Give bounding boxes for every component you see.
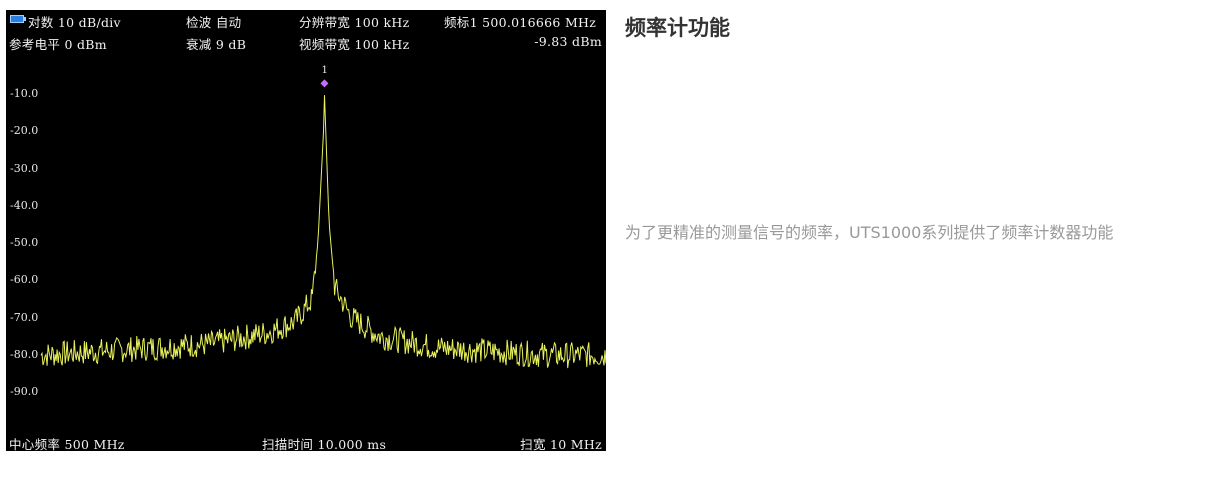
span-readout: 扫宽 10 MHz — [520, 437, 602, 451]
marker-diamond-icon — [320, 79, 329, 88]
sweep-time-readout: 扫描时间 10.000 ms — [262, 437, 387, 451]
spectrum-trace-plot — [40, 79, 606, 369]
marker-number-label: 1 — [321, 65, 328, 77]
page-title: 频率计功能 — [625, 16, 730, 40]
feature-description: 为了更精准的测量信号的频率，UTS1000系列提供了频率计数器功能 — [625, 223, 1114, 242]
spectrum-analyzer-screenshot: 对数 10 dB/div 检波 自动 分辨带宽 100 kHz 频标1 500.… — [6, 10, 606, 451]
marker-diamond — [320, 79, 329, 88]
spectrum-trace-line — [40, 95, 606, 369]
center-frequency-readout: 中心频率 500 MHz — [9, 437, 125, 451]
